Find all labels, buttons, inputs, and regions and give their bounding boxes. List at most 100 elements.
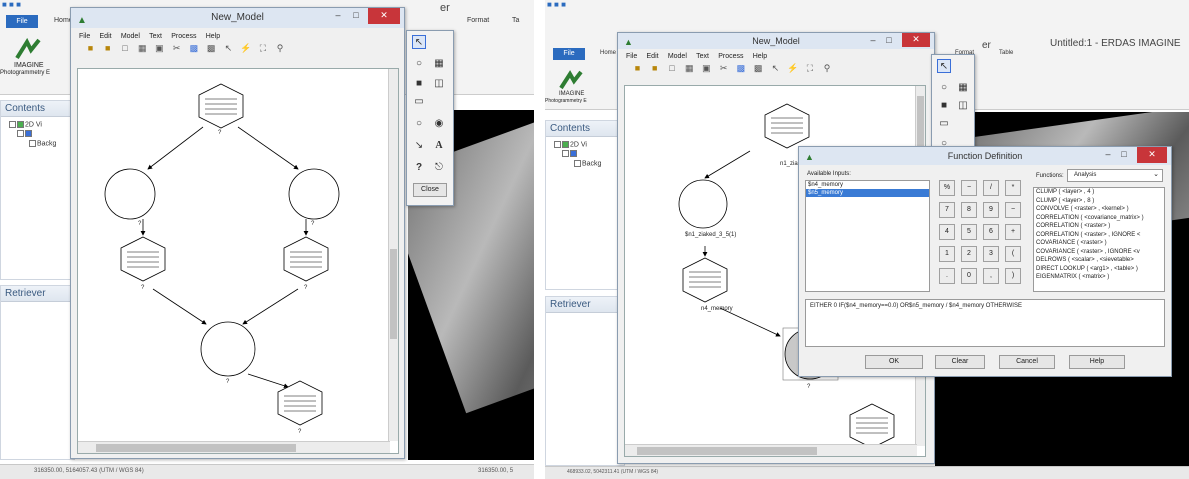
help-button[interactable]: Help — [1069, 355, 1125, 369]
select-arrow-icon[interactable]: ↖ — [412, 35, 426, 49]
checkbox-icon[interactable] — [17, 121, 24, 128]
run-icon[interactable]: ⚡ — [240, 43, 251, 54]
copy-icon[interactable]: ▩ — [188, 43, 199, 54]
keypad-button[interactable]: 5 — [961, 224, 977, 240]
scalar-tool-icon[interactable]: ▭ — [412, 95, 426, 109]
raster-node[interactable] — [682, 257, 728, 303]
save-icon[interactable]: ▦ — [684, 63, 695, 74]
keypad-button[interactable]: * — [1005, 180, 1021, 196]
raster-node[interactable] — [283, 236, 329, 282]
input-item-selected[interactable]: $n5_memory — [806, 189, 929, 197]
model-window-titlebar[interactable]: ▲ New_Model – □ ✕ — [71, 8, 404, 28]
checkbox-icon[interactable] — [562, 150, 569, 158]
tree-item-layer[interactable] — [546, 148, 624, 158]
function-tool-icon[interactable]: ○ — [412, 57, 426, 71]
cut-icon[interactable]: ✂ — [171, 43, 182, 54]
menu-process[interactable]: Process — [171, 33, 196, 40]
zoom-icon[interactable]: ⚲ — [822, 63, 833, 74]
dialog-titlebar[interactable]: ▲ Function Definition – □ ✕ — [799, 147, 1171, 165]
vertical-scrollbar[interactable] — [388, 69, 398, 441]
folder-icon[interactable]: ■ — [649, 63, 660, 74]
horizontal-scrollbar[interactable] — [625, 444, 917, 456]
lock-tool-icon[interactable]: ⎋ — [432, 161, 446, 175]
select-arrow-icon[interactable]: ↖ — [937, 59, 951, 73]
chevron-down-icon[interactable]: ⌄ — [1153, 170, 1159, 178]
function-node[interactable] — [200, 321, 256, 377]
maximize-icon[interactable]: □ — [348, 8, 364, 24]
menu-file[interactable]: File — [626, 53, 637, 60]
keypad-button[interactable]: − — [1005, 202, 1021, 218]
imagine-logo[interactable] — [559, 70, 583, 90]
functions-list[interactable]: CLUMP ( <layer> , 4 ) CLUMP ( <layer> , 8… — [1033, 187, 1165, 292]
function-node[interactable] — [104, 168, 156, 220]
menu-file[interactable]: File — [79, 33, 90, 40]
checkbox-icon[interactable] — [554, 141, 561, 148]
keypad-button[interactable]: + — [1005, 224, 1021, 240]
save-icon[interactable]: ▦ — [137, 43, 148, 54]
menu-text[interactable]: Text — [696, 53, 709, 60]
tree-item-2d-view[interactable]: 2D Vi — [1, 117, 74, 128]
keypad-button[interactable]: 2 — [961, 246, 977, 262]
function-list-item[interactable]: COVARIANCE ( <raster> , IGNORE <v — [1034, 248, 1164, 257]
scalar-tool-icon[interactable]: ▭ — [937, 117, 951, 131]
checkbox-icon[interactable] — [17, 130, 24, 138]
paste-icon[interactable]: ▩ — [206, 43, 217, 54]
radio-tool-icon[interactable]: ◉ — [432, 117, 446, 131]
imagine-logo[interactable] — [15, 37, 41, 60]
table-tool-icon[interactable]: ◫ — [432, 77, 446, 91]
file-tab[interactable]: File — [553, 48, 585, 60]
fit-icon[interactable]: ⛶ — [804, 63, 815, 74]
text-tool-icon[interactable]: A — [432, 139, 446, 153]
function-list-item[interactable]: CORRELATION ( <raster> ) — [1034, 222, 1164, 231]
connect-tool-icon[interactable]: ↘ — [412, 139, 426, 153]
help-tool-icon[interactable]: ? — [412, 161, 426, 175]
new-icon[interactable]: □ — [119, 43, 130, 54]
model-window-titlebar[interactable]: ▲ New_Model – □ ✕ — [618, 33, 934, 49]
fit-icon[interactable]: ⛶ — [257, 43, 268, 54]
keypad-button[interactable]: 3 — [983, 246, 999, 262]
close-icon[interactable]: ✕ — [902, 33, 930, 47]
function-list-item[interactable]: COVARIANCE ( <raster> ) — [1034, 239, 1164, 248]
close-icon[interactable]: ✕ — [1137, 147, 1167, 163]
scroll-thumb[interactable] — [637, 447, 817, 455]
function-list-item[interactable]: CLUMP ( <layer> , 4 ) — [1034, 188, 1164, 197]
keypad-button[interactable]: 8 — [961, 202, 977, 218]
available-inputs-list[interactable]: $n4_memory $n5_memory — [805, 180, 930, 292]
expression-field[interactable]: EITHER 0 IF($n4_memory==0.0) OR$n5_memor… — [805, 299, 1165, 347]
keypad-button[interactable]: 0 — [961, 268, 977, 284]
model-canvas[interactable]: ? ? ? ? ? ? ? — [77, 68, 399, 454]
menu-process[interactable]: Process — [718, 53, 743, 60]
circle-tool-icon[interactable]: ○ — [412, 117, 426, 131]
function-tool-icon[interactable]: ○ — [937, 81, 951, 95]
cut-icon[interactable]: ✂ — [718, 63, 729, 74]
raster-tool-icon[interactable]: ■ — [937, 99, 951, 113]
copy-icon[interactable]: ▩ — [735, 63, 746, 74]
functions-category-select[interactable]: Analysis ⌄ — [1067, 169, 1163, 182]
menu-help[interactable]: Help — [753, 53, 767, 60]
raster-node[interactable] — [849, 403, 895, 449]
menu-text[interactable]: Text — [149, 33, 162, 40]
function-list-item[interactable]: CORRELATION ( <covariance_matrix> ) — [1034, 214, 1164, 223]
menu-model[interactable]: Model — [121, 33, 140, 40]
function-list-item[interactable]: DELROWS ( <scalar> , <sievetable> — [1034, 256, 1164, 265]
tree-item-background[interactable]: Backg — [1, 138, 74, 147]
file-tab[interactable]: File — [6, 15, 38, 28]
print-icon[interactable]: ▣ — [154, 43, 165, 54]
function-list-item[interactable]: CORRELATION ( <raster> , IGNORE < — [1034, 231, 1164, 240]
scroll-thumb[interactable] — [390, 249, 397, 339]
raster-node[interactable] — [277, 380, 323, 426]
menu-edit[interactable]: Edit — [100, 33, 112, 40]
open-icon[interactable]: ■ — [85, 43, 96, 54]
raster-node[interactable] — [198, 83, 244, 129]
maximize-icon[interactable]: □ — [882, 33, 896, 47]
cancel-button[interactable]: Cancel — [999, 355, 1055, 369]
run-icon[interactable]: ⚡ — [787, 63, 798, 74]
function-node[interactable] — [678, 179, 728, 229]
menu-edit[interactable]: Edit — [647, 53, 659, 60]
keypad-button[interactable]: 7 — [939, 202, 955, 218]
new-icon[interactable]: □ — [666, 63, 677, 74]
keypad-button[interactable]: 6 — [983, 224, 999, 240]
function-list-item[interactable]: EIGENMATRIX ( <matrix> ) — [1034, 273, 1164, 282]
print-icon[interactable]: ▣ — [701, 63, 712, 74]
minimize-icon[interactable]: – — [1101, 147, 1115, 163]
